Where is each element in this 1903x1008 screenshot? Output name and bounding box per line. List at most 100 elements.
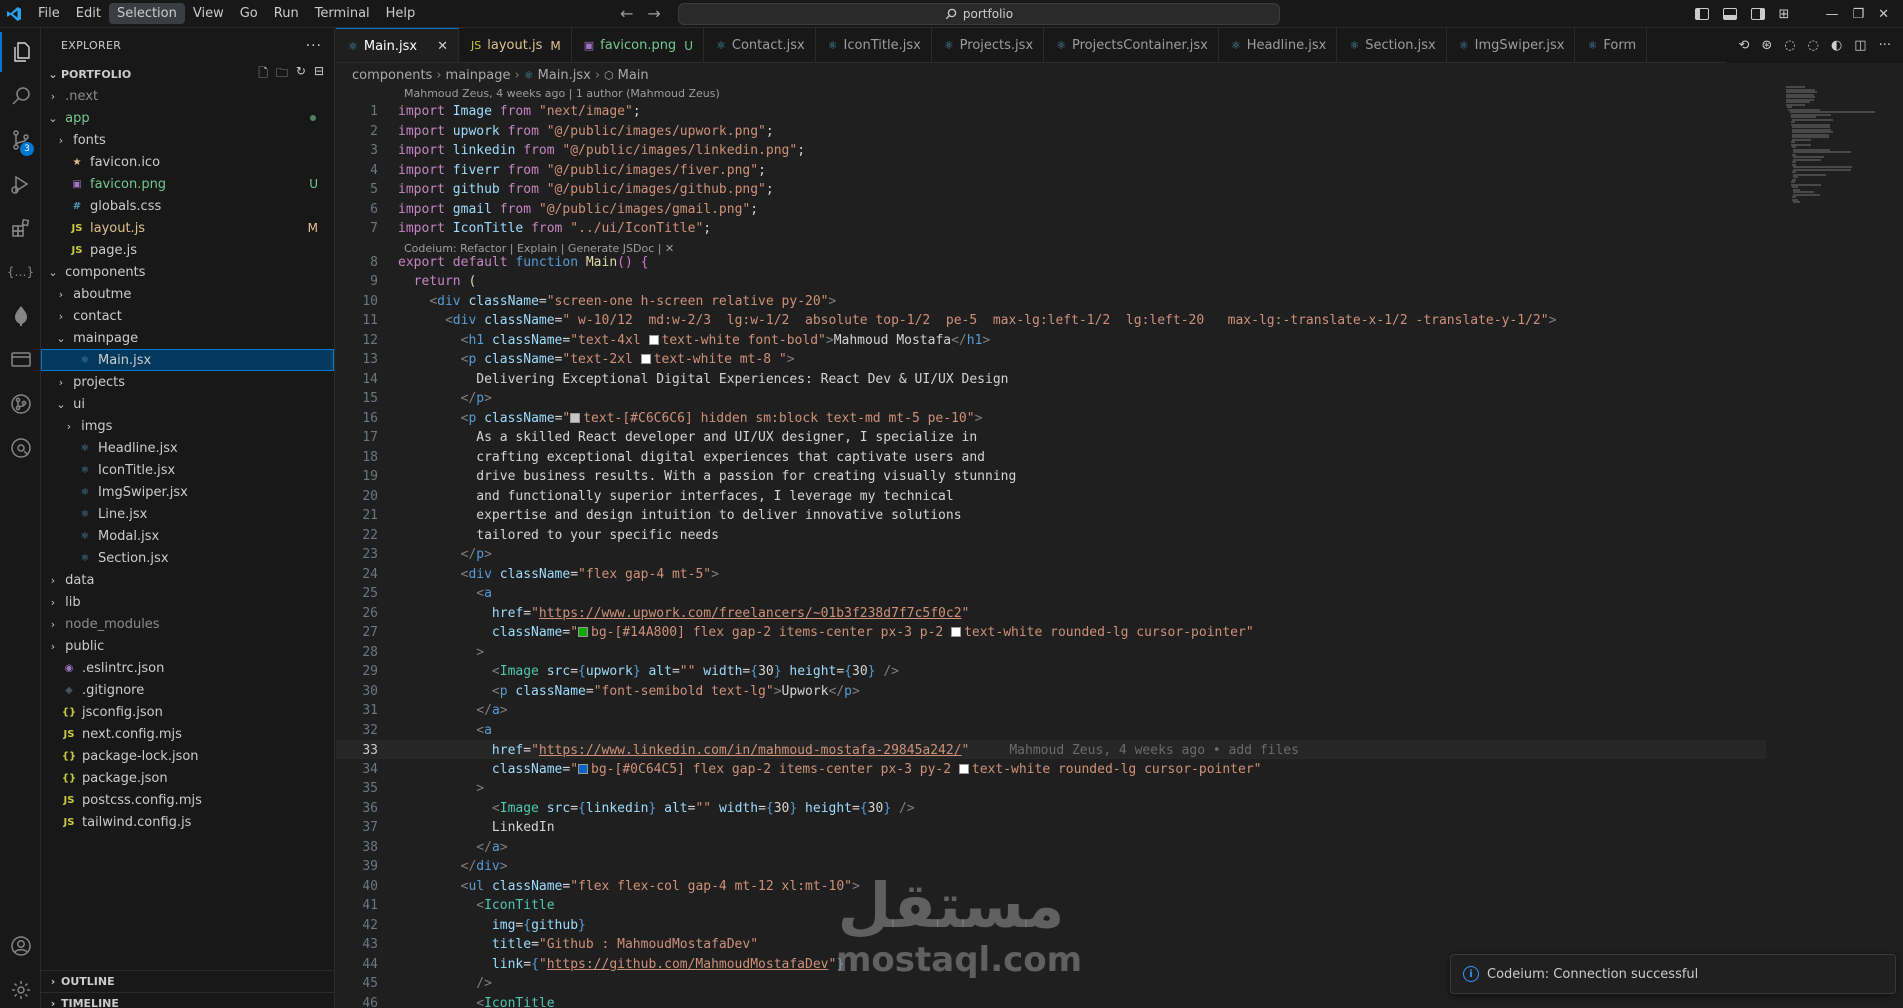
tab-icontitle-jsx[interactable]: ⚛ IconTitle.jsx [816, 28, 932, 62]
file-item[interactable]: ◆ .gitignore [41, 679, 334, 701]
folder-item[interactable]: ⌄ ui [41, 393, 334, 415]
new-folder-icon[interactable]: 🗀 [276, 64, 288, 85]
file-item[interactable]: ★ favicon.ico [41, 151, 334, 173]
line-number: 22 [362, 527, 378, 543]
file-item[interactable]: ▣ favicon.png U [41, 173, 334, 195]
toggle-panel-icon[interactable] [1722, 8, 1737, 20]
file-item[interactable]: ⚛ Section.jsx [41, 547, 334, 569]
manage-gear-icon[interactable] [0, 970, 41, 1008]
file-item[interactable]: JS postcss.config.mjs [41, 789, 334, 811]
tab-form[interactable]: ⚛ Form [1575, 28, 1648, 62]
file-item[interactable]: {} package.json [41, 767, 334, 789]
folder-item[interactable]: › node_modules [41, 613, 334, 635]
search-sidebar-icon[interactable] [0, 76, 41, 116]
tab-imgswiper-jsx[interactable]: ⚛ ImgSwiper.jsx [1447, 28, 1576, 62]
menu-go[interactable]: Go [232, 3, 266, 24]
workspace-section-header[interactable]: ⌄ PORTFOLIO 🗋 🗀 ↻ ⊟ [41, 63, 334, 85]
folder-item[interactable]: › contact [41, 305, 334, 327]
minimize-icon[interactable]: — [1825, 7, 1838, 22]
folder-item[interactable]: › fonts [41, 129, 334, 151]
tab-main-jsx[interactable]: ⚛ Main.jsx ✕ [336, 28, 460, 62]
folder-item[interactable]: › aboutme [41, 283, 334, 305]
menu-run[interactable]: Run [266, 3, 307, 24]
close-tab-icon[interactable]: ✕ [437, 39, 448, 54]
previous-change-icon[interactable]: ◌ [1784, 38, 1795, 53]
tab-projectscontainer-jsx[interactable]: ⚛ ProjectsContainer.jsx [1044, 28, 1219, 62]
menu-selection[interactable]: Selection [108, 3, 185, 24]
gitlens-icon[interactable] [0, 428, 41, 468]
remote-explorer-icon[interactable] [0, 340, 41, 380]
forward-arrow-icon[interactable]: → [647, 4, 660, 23]
file-item[interactable]: JS next.config.mjs [41, 723, 334, 745]
file-item[interactable]: ⚛ Modal.jsx [41, 525, 334, 547]
breadcrumb-item[interactable]: components [352, 68, 432, 83]
folder-item[interactable]: › public [41, 635, 334, 657]
next-change-icon[interactable]: ◌ [1808, 38, 1819, 53]
folder-item[interactable]: › .next [41, 85, 334, 107]
file-item[interactable]: ⚛ ImgSwiper.jsx [41, 481, 334, 503]
open-changes-icon[interactable]: ⊛ [1761, 38, 1772, 53]
extensions-icon[interactable] [0, 208, 41, 248]
breadcrumb-item[interactable]: mainpage [446, 68, 511, 83]
command-center-search[interactable]: portfolio [678, 3, 1280, 25]
file-item[interactable]: ⚛ Line.jsx [41, 503, 334, 525]
file-item[interactable]: {} package-lock.json [41, 745, 334, 767]
toggle-secondary-sidebar-icon[interactable] [1750, 8, 1765, 20]
menu-help[interactable]: Help [378, 3, 424, 24]
code-editor[interactable]: Mahmoud Zeus, 4 weeks ago | 1 author (Ma… [336, 86, 1766, 1008]
folder-item[interactable]: › data [41, 569, 334, 591]
menu-view[interactable]: View [185, 3, 232, 24]
tab-projects-jsx[interactable]: ⚛ Projects.jsx [932, 28, 1045, 62]
more-actions-icon[interactable]: ··· [306, 38, 322, 54]
folder-item[interactable]: › lib [41, 591, 334, 613]
breadcrumb-item[interactable]: Main.jsx [538, 68, 591, 83]
notification-toast[interactable]: i Codeium: Connection successful [1450, 954, 1896, 994]
menu-edit[interactable]: Edit [68, 3, 109, 24]
file-item[interactable]: # globals.css [41, 195, 334, 217]
file-item[interactable]: JS page.js [41, 239, 334, 261]
tab-favicon-png[interactable]: ▣ favicon.png U [572, 28, 704, 62]
menu-terminal[interactable]: Terminal [307, 3, 378, 24]
file-item[interactable]: ⚛ Headline.jsx [41, 437, 334, 459]
folder-item[interactable]: ⌄ components [41, 261, 334, 283]
split-editor-icon[interactable]: ◫ [1854, 38, 1866, 53]
run-debug-icon[interactable] [0, 164, 41, 204]
source-control-icon[interactable]: 3 [0, 120, 41, 160]
tab-headline-jsx[interactable]: ⚛ Headline.jsx [1219, 28, 1338, 62]
timeline-section[interactable]: › TIMELINE [41, 992, 335, 1008]
tab-layout-js[interactable]: JS layout.js M [459, 28, 572, 62]
back-arrow-icon[interactable]: ← [620, 4, 633, 23]
blame-header[interactable]: Mahmoud Zeus, 4 weeks ago | 1 author (Ma… [404, 86, 720, 102]
new-file-icon[interactable]: 🗋 [258, 64, 268, 85]
menu-file[interactable]: File [30, 3, 68, 24]
breadcrumb-item[interactable]: Main [618, 68, 649, 83]
tab-contact-jsx[interactable]: ⚛ Contact.jsx [704, 28, 816, 62]
accounts-icon[interactable] [0, 926, 41, 966]
codeium-chat-icon[interactable]: ◐ [1831, 38, 1842, 53]
file-item[interactable]: ⚛ Main.jsx [41, 349, 334, 371]
folder-item[interactable]: ⌄ app [41, 107, 334, 129]
explorer-icon[interactable] [0, 32, 41, 72]
more-editor-actions-icon[interactable]: ··· [1879, 38, 1891, 53]
tab-section-jsx[interactable]: ⚛ Section.jsx [1337, 28, 1447, 62]
close-window-icon[interactable]: ✕ [1878, 7, 1889, 22]
codeium-icon[interactable]: {…} [0, 252, 41, 292]
file-item[interactable]: JS tailwind.config.js [41, 811, 334, 833]
customize-layout-icon[interactable]: ⊞ [1779, 7, 1790, 22]
refresh-icon[interactable]: ↻ [296, 64, 306, 85]
toggle-primary-sidebar-icon[interactable] [1694, 8, 1709, 20]
restore-icon[interactable]: ❐ [1852, 7, 1864, 22]
outline-section[interactable]: › OUTLINE [41, 970, 335, 992]
mongodb-leaf-icon[interactable] [0, 296, 41, 336]
git-graph-icon[interactable] [0, 384, 41, 424]
timeline-history-icon[interactable]: ⟲ [1738, 38, 1749, 53]
file-item[interactable]: ⚛ IconTitle.jsx [41, 459, 334, 481]
folder-item[interactable]: › imgs [41, 415, 334, 437]
minimap[interactable] [1786, 86, 1896, 206]
file-item[interactable]: {} jsconfig.json [41, 701, 334, 723]
folder-item[interactable]: ⌄ mainpage [41, 327, 334, 349]
folder-item[interactable]: › projects [41, 371, 334, 393]
file-item[interactable]: JS layout.js M [41, 217, 334, 239]
file-item[interactable]: ◉ .eslintrc.json [41, 657, 334, 679]
collapse-all-icon[interactable]: ⊟ [314, 64, 324, 85]
